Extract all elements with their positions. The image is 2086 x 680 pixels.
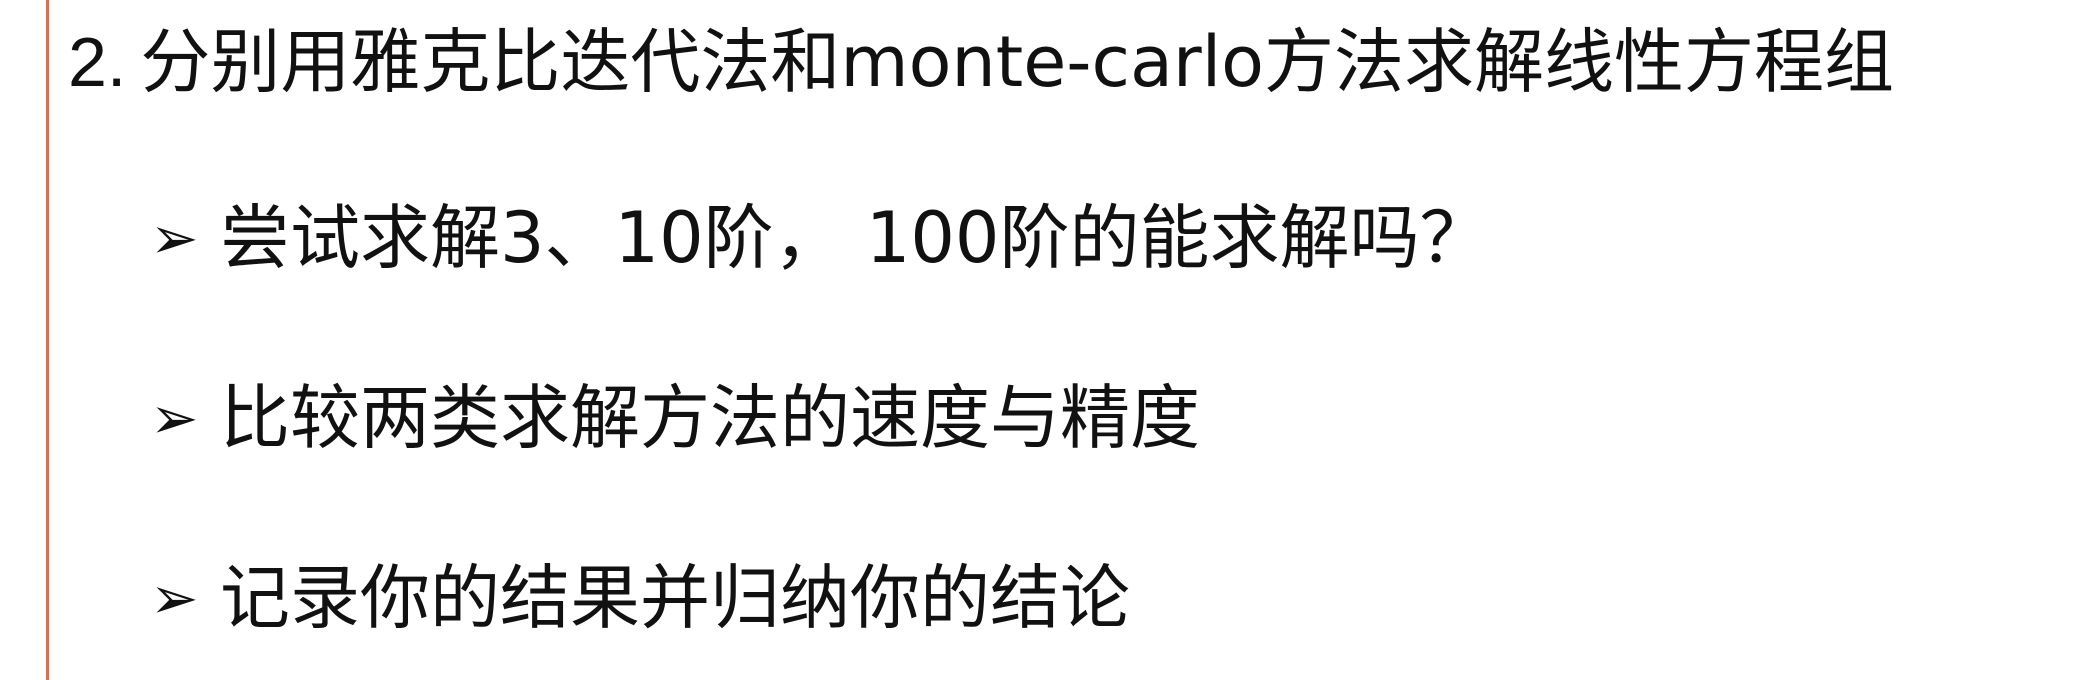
bullet-text-1: 尝试求解3、10阶， 100阶的能求解吗？ <box>220 197 1490 279</box>
bullet-text-3: 记录你的结果并归纳你的结论 <box>220 557 1130 639</box>
arrow-bullet-icon: ➢ <box>150 384 199 452</box>
arrow-bullet-icon: ➢ <box>150 564 199 632</box>
slide-content: 2. 分别用雅克比迭代法和monte-carlo方法求解线性方程组 ➢ 尝试求解3… <box>0 0 2086 680</box>
task-title: 分别用雅克比迭代法和monte-carlo方法求解线性方程组 <box>140 21 1894 103</box>
bullet-text-2: 比较两类求解方法的速度与精度 <box>220 377 1200 459</box>
task-heading: 2. 分别用雅克比迭代法和monte-carlo方法求解线性方程组 <box>68 14 1894 110</box>
bullet-item-3: ➢ 记录你的结果并归纳你的结论 <box>150 550 1130 646</box>
task-number: 2. <box>68 23 127 101</box>
bullet-item-1: ➢ 尝试求解3、10阶， 100阶的能求解吗？ <box>150 190 1489 286</box>
arrow-bullet-icon: ➢ <box>150 204 199 272</box>
bullet-item-2: ➢ 比较两类求解方法的速度与精度 <box>150 370 1200 466</box>
